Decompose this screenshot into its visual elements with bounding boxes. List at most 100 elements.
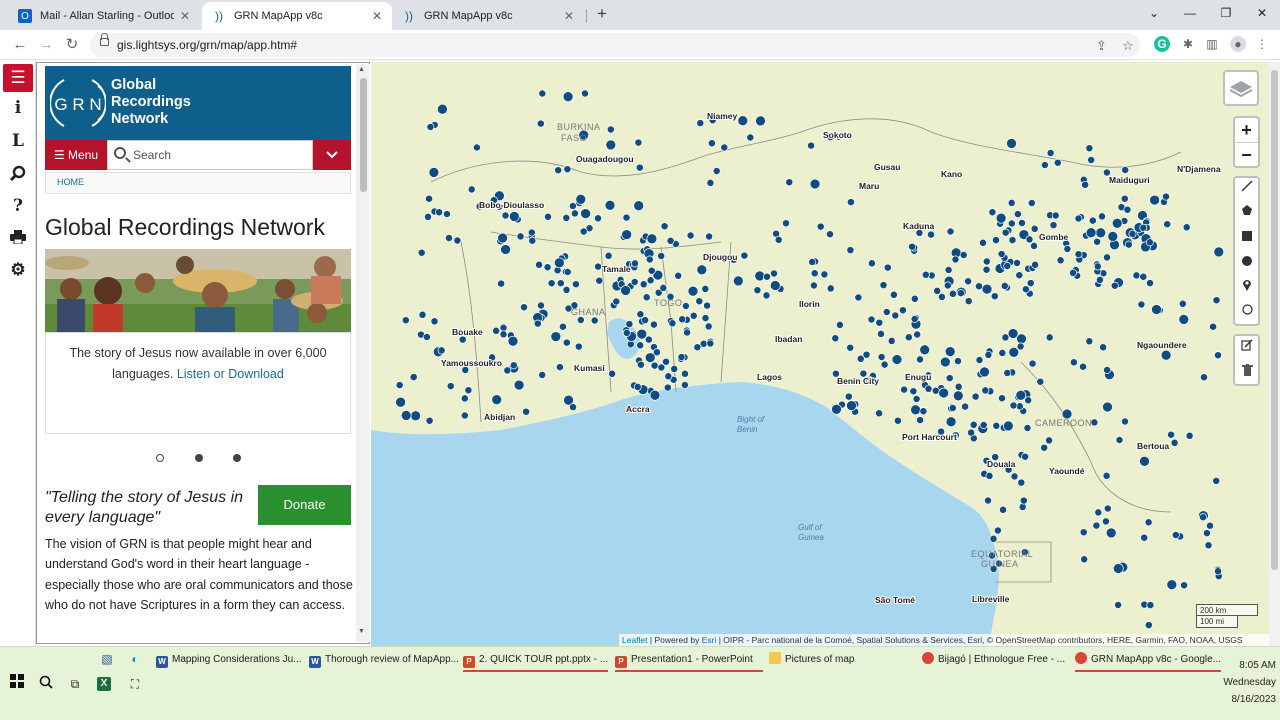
- language-marker[interactable]: [1167, 430, 1176, 439]
- language-marker[interactable]: [807, 141, 816, 150]
- listen-download-link[interactable]: Listen or Download: [177, 367, 284, 381]
- draw-polygon-icon[interactable]: [1236, 202, 1258, 224]
- language-marker[interactable]: [1013, 210, 1022, 219]
- language-marker[interactable]: [1209, 322, 1218, 331]
- language-marker[interactable]: [570, 209, 579, 218]
- language-marker[interactable]: [508, 211, 520, 222]
- language-marker[interactable]: [696, 119, 705, 128]
- esri-link[interactable]: Esri: [702, 635, 717, 645]
- language-marker[interactable]: [674, 271, 683, 280]
- language-marker[interactable]: [1199, 513, 1208, 522]
- language-marker[interactable]: [998, 394, 1006, 403]
- language-marker[interactable]: [1001, 228, 1010, 237]
- new-tab-button[interactable]: +: [592, 4, 612, 24]
- language-marker[interactable]: [954, 382, 963, 391]
- tab-grn-active[interactable]: )) GRN MapApp v8c ✕: [202, 2, 392, 30]
- donate-button[interactable]: Donate: [258, 485, 351, 525]
- language-marker[interactable]: [1045, 436, 1054, 445]
- language-marker[interactable]: [1023, 424, 1032, 432]
- language-marker[interactable]: [1036, 377, 1045, 386]
- language-marker[interactable]: [644, 352, 656, 363]
- language-marker[interactable]: [417, 248, 426, 257]
- language-marker[interactable]: [875, 318, 884, 327]
- language-marker[interactable]: [1139, 455, 1150, 467]
- language-marker[interactable]: [575, 193, 587, 205]
- language-marker[interactable]: [916, 416, 925, 425]
- language-marker[interactable]: [835, 320, 844, 329]
- close-icon[interactable]: ✕: [564, 9, 574, 23]
- carousel-dot-active[interactable]: [156, 454, 164, 462]
- language-marker[interactable]: [919, 344, 931, 356]
- language-marker[interactable]: [395, 381, 404, 390]
- taskbar-search-icon[interactable]: [37, 675, 55, 693]
- snipping-tool-icon[interactable]: ⛶: [126, 675, 144, 693]
- language-marker[interactable]: [558, 322, 567, 331]
- language-marker[interactable]: [681, 369, 689, 378]
- scroll-up-arrow-icon[interactable]: ▲: [358, 66, 365, 73]
- language-marker[interactable]: [909, 387, 918, 396]
- language-marker[interactable]: [1008, 236, 1017, 245]
- language-marker[interactable]: [1121, 417, 1129, 426]
- language-marker[interactable]: [746, 133, 755, 142]
- language-marker[interactable]: [1045, 333, 1054, 342]
- language-marker[interactable]: [1145, 238, 1154, 247]
- language-marker[interactable]: [562, 91, 574, 103]
- close-icon[interactable]: ✕: [372, 9, 382, 23]
- language-marker[interactable]: [904, 333, 913, 342]
- language-marker[interactable]: [1010, 472, 1019, 481]
- language-marker[interactable]: [501, 211, 510, 220]
- close-window-button[interactable]: ✕: [1244, 0, 1280, 28]
- language-marker[interactable]: [995, 212, 1007, 224]
- language-marker[interactable]: [889, 290, 898, 299]
- language-marker[interactable]: [1021, 285, 1030, 294]
- language-marker[interactable]: [877, 329, 885, 338]
- language-marker[interactable]: [437, 103, 448, 115]
- map-scroll-thumb[interactable]: [1271, 70, 1278, 570]
- language-marker[interactable]: [1200, 373, 1208, 382]
- taskbar-app-word-review[interactable]: W Thorough review of MapApp...: [309, 650, 459, 670]
- language-marker[interactable]: [1114, 601, 1123, 609]
- edge-icon[interactable]: ◐: [126, 650, 144, 668]
- restore-button[interactable]: ❐: [1208, 0, 1244, 28]
- language-marker[interactable]: [707, 139, 716, 148]
- language-marker[interactable]: [1212, 476, 1221, 485]
- language-marker[interactable]: [867, 259, 876, 268]
- language-marker[interactable]: [1144, 518, 1153, 527]
- language-marker[interactable]: [622, 328, 631, 337]
- language-marker[interactable]: [984, 496, 992, 505]
- language-marker[interactable]: [1160, 349, 1172, 361]
- language-marker[interactable]: [961, 402, 970, 411]
- language-marker[interactable]: [569, 403, 577, 412]
- language-marker[interactable]: [971, 392, 980, 401]
- language-marker[interactable]: [862, 350, 871, 359]
- language-marker[interactable]: [1051, 211, 1060, 220]
- taskbar-app-folder[interactable]: Pictures of map: [769, 650, 917, 670]
- language-marker[interactable]: [956, 289, 965, 298]
- language-marker[interactable]: [622, 213, 631, 222]
- language-marker[interactable]: [1137, 300, 1146, 309]
- language-marker[interactable]: [1017, 478, 1026, 487]
- language-marker[interactable]: [944, 266, 953, 274]
- language-marker[interactable]: [913, 330, 922, 339]
- language-marker[interactable]: [1166, 579, 1178, 591]
- print-icon[interactable]: [3, 223, 33, 251]
- language-marker[interactable]: [887, 336, 896, 345]
- language-marker[interactable]: [1120, 194, 1129, 203]
- edit-layers-icon[interactable]: [1236, 337, 1258, 359]
- language-marker[interactable]: [1015, 271, 1024, 280]
- language-marker[interactable]: [520, 303, 528, 312]
- language-marker[interactable]: [951, 255, 960, 264]
- language-marker[interactable]: [826, 230, 834, 239]
- language-marker[interactable]: [964, 277, 973, 286]
- language-marker[interactable]: [774, 235, 783, 244]
- language-marker[interactable]: [453, 236, 462, 245]
- language-marker[interactable]: [677, 353, 686, 362]
- language-marker[interactable]: [538, 371, 547, 379]
- address-bar[interactable]: gis.lightsys.org/grn/map/app.htm# ⇪ ☆: [90, 33, 1140, 57]
- language-marker[interactable]: [576, 316, 585, 324]
- language-marker[interactable]: [562, 338, 571, 347]
- language-marker[interactable]: [612, 297, 621, 306]
- delete-layers-icon[interactable]: [1236, 362, 1258, 384]
- excel-icon[interactable]: X: [97, 677, 111, 691]
- language-marker[interactable]: [809, 281, 818, 290]
